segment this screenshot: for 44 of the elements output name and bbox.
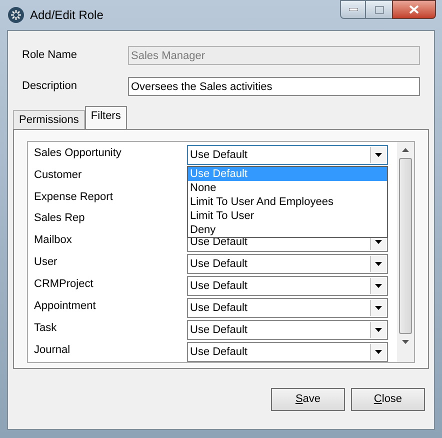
dropdown-arrow-icon bbox=[375, 284, 382, 288]
maximize-icon bbox=[374, 6, 384, 14]
dropdown-arrow-icon bbox=[375, 262, 382, 266]
dropdown-select[interactable]: Use Default bbox=[187, 320, 388, 340]
dropdown-arrow-icon bbox=[375, 306, 382, 310]
text-field[interactable]: Oversees the Sales activities bbox=[128, 77, 420, 96]
filter-label: Sales Rep bbox=[34, 211, 86, 226]
close-button[interactable] bbox=[392, 0, 436, 19]
filter-label: Journal bbox=[34, 343, 72, 358]
filter-label: Task bbox=[34, 321, 58, 336]
app-logo-icon bbox=[8, 7, 24, 23]
filter-label: User bbox=[34, 255, 58, 270]
tab[interactable]: Permissions bbox=[13, 110, 85, 129]
filter-label: CRMProject bbox=[34, 277, 94, 292]
minimize-icon bbox=[348, 8, 358, 11]
dialog-button[interactable]: Close bbox=[351, 388, 425, 411]
filter-label: Customer bbox=[34, 168, 83, 183]
dropdown-arrow-icon bbox=[375, 240, 382, 244]
scroll-up-icon bbox=[402, 148, 409, 152]
maximize-button[interactable] bbox=[366, 0, 392, 19]
dialog-button[interactable]: Save bbox=[271, 388, 345, 411]
dropdown-option[interactable]: None bbox=[188, 181, 387, 195]
filter-label: Sales Opportunity bbox=[34, 146, 122, 161]
tab[interactable]: Filters bbox=[84, 106, 127, 129]
filter-label: Appointment bbox=[34, 299, 97, 314]
dropdown-option[interactable]: Limit To User bbox=[188, 209, 387, 223]
scroll-down-icon bbox=[402, 340, 409, 344]
dropdown-select[interactable]: Use Default bbox=[187, 342, 388, 362]
dropdown-select[interactable]: Use Default bbox=[187, 145, 388, 165]
dropdown-select[interactable]: Use Default bbox=[187, 254, 388, 274]
filter-label: Expense Report bbox=[34, 190, 114, 205]
dropdown-option[interactable]: Limit To User And Employees bbox=[188, 195, 387, 209]
dropdown-select[interactable]: Use Default bbox=[187, 298, 388, 318]
field-label: Description bbox=[22, 79, 78, 94]
dropdown-arrow-icon bbox=[375, 153, 382, 157]
field-label: Role Name bbox=[22, 48, 78, 64]
scrollbar[interactable] bbox=[397, 142, 414, 362]
window-title: Add/Edit Role bbox=[30, 7, 104, 24]
dropdown-arrow-icon bbox=[375, 350, 382, 354]
filter-label: Mailbox bbox=[34, 233, 73, 248]
dropdown-arrow-icon bbox=[375, 328, 382, 332]
close-icon bbox=[409, 5, 419, 14]
dropdown-select[interactable]: Use Default bbox=[187, 276, 388, 296]
minimize-button[interactable] bbox=[340, 0, 366, 19]
